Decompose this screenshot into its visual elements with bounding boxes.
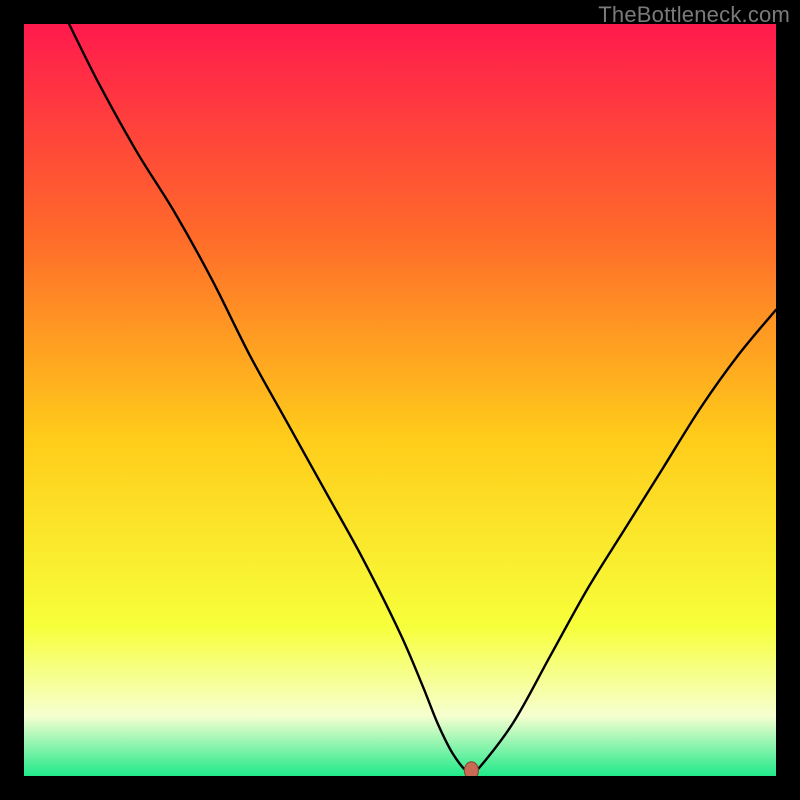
plot-background-gradient: [24, 24, 776, 776]
watermark-text: TheBottleneck.com: [598, 2, 790, 28]
figure-root: TheBottleneck.com: [0, 0, 800, 800]
curve-minimum-marker: [464, 762, 478, 776]
bottleneck-plot: [24, 24, 776, 776]
